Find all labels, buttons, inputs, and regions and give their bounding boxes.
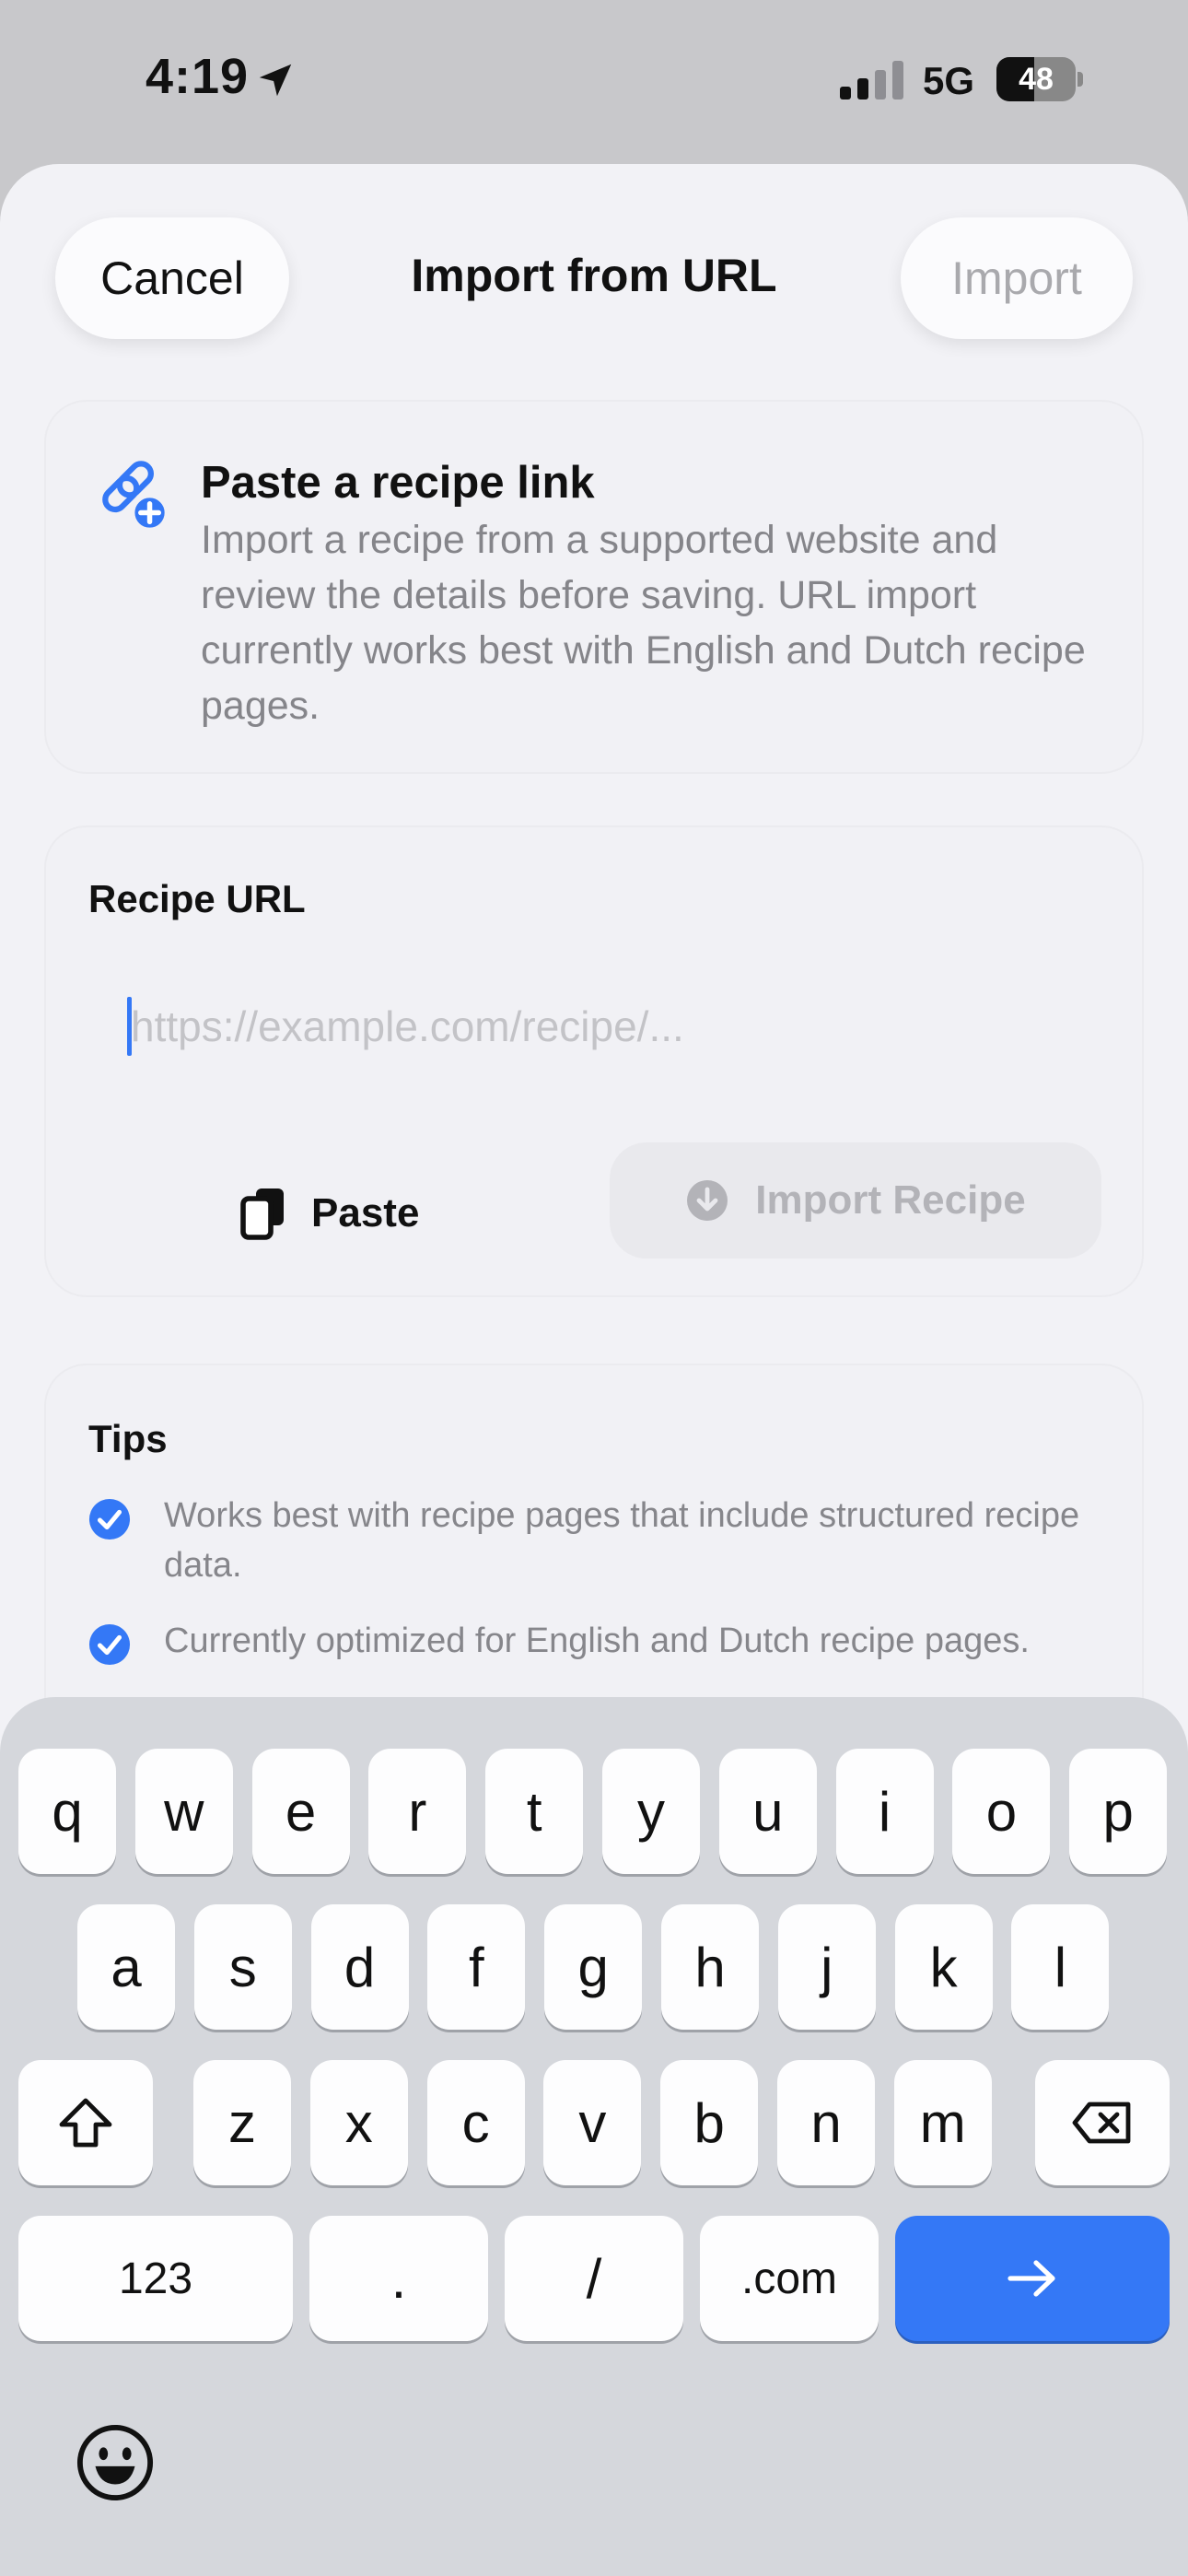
url-card: Recipe URL Paste Import Recipe: [44, 825, 1144, 1297]
key-c[interactable]: c: [426, 2060, 525, 2185]
network-type: 5G: [923, 59, 975, 102]
key-w[interactable]: w: [134, 1749, 233, 1874]
key-r[interactable]: r: [368, 1749, 467, 1874]
key-i[interactable]: i: [835, 1749, 934, 1874]
status-bar: 4:19 5G 48: [0, 0, 1188, 162]
checkmark-circle-icon: [88, 1498, 131, 1540]
key-a[interactable]: a: [77, 1904, 175, 2030]
key-y[interactable]: y: [602, 1749, 700, 1874]
tip-text: Works best with recipe pages that includ…: [164, 1496, 1080, 1585]
key-e[interactable]: e: [251, 1749, 350, 1874]
key-period[interactable]: .: [309, 2216, 488, 2341]
key-slash[interactable]: /: [505, 2216, 683, 2341]
link-plus-icon: [102, 461, 169, 533]
clipboard-icon: [240, 1188, 284, 1240]
key-go[interactable]: [895, 2216, 1170, 2341]
import-button[interactable]: Import: [901, 217, 1133, 339]
key-l[interactable]: l: [1011, 1904, 1110, 2030]
key-s[interactable]: s: [193, 1904, 292, 2030]
info-title: Paste a recipe link: [201, 458, 595, 508]
download-circle-icon: [687, 1180, 728, 1221]
key-delete[interactable]: [1035, 2060, 1170, 2185]
import-recipe-button[interactable]: Import Recipe: [610, 1142, 1101, 1259]
tips-label: Tips: [88, 1417, 168, 1460]
battery-icon: 48: [996, 57, 1083, 101]
key-z[interactable]: z: [193, 2060, 291, 2185]
key-d[interactable]: d: [310, 1904, 409, 2030]
delete-icon: [1072, 2102, 1131, 2144]
arrow-right-icon: [1007, 2260, 1055, 2297]
info-body: Import a recipe from a supported website…: [201, 518, 1086, 728]
recipe-url-label: Recipe URL: [88, 877, 306, 920]
info-card: Paste a recipe link Import a recipe from…: [44, 400, 1144, 774]
keyboard: 123 . / .com qwertyuiop asdfghjkl zxcvbnm: [0, 1697, 1188, 2576]
key-j[interactable]: j: [777, 1904, 876, 2030]
cellular-signal-icon: [840, 61, 903, 100]
key-f[interactable]: f: [427, 1904, 526, 2030]
recipe-url-input[interactable]: [131, 991, 1089, 1061]
sheet-title: Import from URL: [411, 250, 777, 301]
key-x[interactable]: x: [309, 2060, 408, 2185]
battery-percent: 48: [1019, 62, 1054, 97]
key-numbers[interactable]: 123: [18, 2216, 293, 2341]
key-n[interactable]: n: [777, 2060, 875, 2185]
import-recipe-label: Import Recipe: [755, 1177, 1026, 1223]
key-t[interactable]: t: [485, 1749, 584, 1874]
cancel-button[interactable]: Cancel: [55, 217, 289, 339]
shift-icon: [59, 2098, 112, 2148]
key-h[interactable]: h: [661, 1904, 759, 2030]
key-b[interactable]: b: [660, 2060, 759, 2185]
key-p[interactable]: p: [1069, 1749, 1168, 1874]
key-q[interactable]: q: [18, 1749, 116, 1874]
key-m[interactable]: m: [893, 2060, 992, 2185]
status-time: 4:19: [146, 49, 250, 104]
tip-text: Currently optimized for English and Dutc…: [164, 1622, 1030, 1660]
key-v[interactable]: v: [543, 2060, 642, 2185]
paste-label: Paste: [311, 1190, 420, 1235]
key-u[interactable]: u: [718, 1749, 817, 1874]
location-arrow-icon: [259, 64, 292, 97]
checkmark-circle-icon: [88, 1623, 131, 1666]
key-dotcom[interactable]: .com: [700, 2216, 879, 2341]
paste-button[interactable]: Paste: [239, 1163, 419, 1264]
key-o[interactable]: o: [952, 1749, 1051, 1874]
key-k[interactable]: k: [894, 1904, 993, 2030]
key-shift[interactable]: [18, 2060, 153, 2185]
emoji-icon[interactable]: [76, 2423, 155, 2502]
key-g[interactable]: g: [544, 1904, 643, 2030]
